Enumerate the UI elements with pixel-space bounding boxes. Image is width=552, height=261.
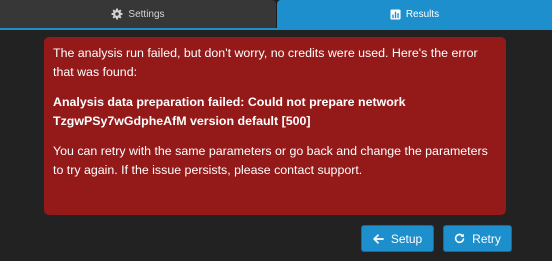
tab-underline: [0, 28, 552, 30]
tab-settings[interactable]: Settings: [0, 0, 276, 28]
tab-results[interactable]: Results: [277, 0, 552, 28]
tab-bar: Settings Results: [0, 0, 552, 28]
tab-results-label: Results: [405, 8, 440, 20]
error-alert: The analysis run failed, but don't worry…: [44, 37, 506, 215]
error-advice-text: You can retry with the same parameters o…: [53, 144, 488, 177]
error-detail-text: Analysis data preparation failed: Could …: [53, 95, 406, 128]
error-intro-text: The analysis run failed, but don't worry…: [53, 46, 478, 79]
refresh-icon: [454, 233, 465, 244]
retry-button-label: Retry: [472, 231, 501, 246]
setup-button[interactable]: Setup: [361, 225, 434, 252]
tab-settings-label: Settings: [128, 8, 165, 20]
gear-icon: [111, 8, 123, 20]
arrow-left-icon: [373, 233, 384, 244]
bar-chart-icon: [390, 8, 401, 20]
setup-button-label: Setup: [390, 231, 423, 246]
retry-button[interactable]: Retry: [443, 225, 512, 252]
